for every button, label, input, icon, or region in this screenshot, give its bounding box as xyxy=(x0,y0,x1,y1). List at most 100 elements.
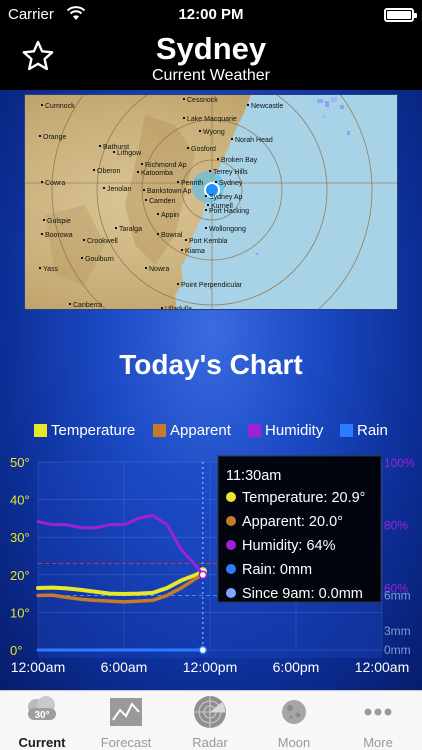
map-place-label: Newcastle xyxy=(251,103,283,110)
map-place-dot xyxy=(205,227,207,229)
x-tick-label: 6:00pm xyxy=(273,659,320,675)
map-place-dot xyxy=(81,257,83,259)
tab-label-more: More xyxy=(363,735,393,750)
tooltip-row: Humidity: 64% xyxy=(242,538,336,554)
map-place-dot xyxy=(207,204,209,206)
page-title: Sydney xyxy=(155,31,267,66)
main-content: Cumnock Cessnock Newcastle Orange Lake Macqu… xyxy=(0,90,422,690)
radar-map[interactable]: Cumnock Cessnock Newcastle Orange Lake Macqu… xyxy=(24,94,398,310)
map-place-label: Oberon xyxy=(97,168,120,175)
map-place-dot xyxy=(69,303,71,305)
tooltip-dot xyxy=(226,540,236,550)
tab-radar[interactable]: Radar xyxy=(168,691,252,750)
series-endpoint-humidity xyxy=(198,570,208,580)
map-place-label: Appin xyxy=(161,212,179,219)
map-place-dot xyxy=(215,181,217,183)
map-place-dot xyxy=(103,187,105,189)
legend-swatch-rain xyxy=(340,424,353,437)
map-place-label: Sydney Ap xyxy=(209,194,243,201)
legend-label-humidity: Humidity xyxy=(265,422,324,439)
weather-chart[interactable]: 0°10°20°30°40°50° 100%80%60%6mm3mm0mm 12… xyxy=(0,454,422,690)
map-place-label: Nowra xyxy=(149,266,169,273)
legend-label-temperature: Temperature xyxy=(51,422,136,439)
map-place-dot xyxy=(145,267,147,269)
map-place-dot xyxy=(157,233,159,235)
trend-chart-icon xyxy=(110,698,142,726)
legend-item-apparent[interactable]: Apparent xyxy=(153,422,231,439)
nav-bar: Sydney Current Weather xyxy=(0,30,422,90)
tab-label-moon: Moon xyxy=(277,735,311,750)
legend-swatch-humidity xyxy=(248,424,261,437)
tab-bar: 30° Current Forecast Radar Moon More xyxy=(0,690,422,750)
tooltip-row: Temperature: 20.9° xyxy=(242,490,365,506)
y-left-tick-label: 0° xyxy=(10,643,22,658)
svg-text:30°: 30° xyxy=(34,710,49,721)
page-subtitle: Current Weather xyxy=(152,67,270,84)
map-place-label: Terrey Hills xyxy=(213,169,248,176)
y-left-tick-label: 30° xyxy=(10,530,30,545)
more-dots-icon xyxy=(364,708,392,716)
map-place-label: Yass xyxy=(43,266,59,273)
map-place-label: Penrith xyxy=(181,180,203,187)
legend-item-temperature[interactable]: Temperature xyxy=(34,422,135,439)
map-place-dot xyxy=(39,267,41,269)
tab-forecast[interactable]: Forecast xyxy=(84,691,168,750)
tab-moon[interactable]: Moon xyxy=(252,691,336,750)
x-tick-label: 12:00pm xyxy=(183,659,237,675)
map-place-label: Wyong xyxy=(203,129,225,136)
y-right-humidity-tick: 100% xyxy=(384,456,415,470)
radar-icon xyxy=(194,696,226,728)
tab-label-current: Current xyxy=(18,735,66,750)
map-place-label: Kiama xyxy=(185,248,205,255)
map-place-label: Lithgow xyxy=(117,150,142,157)
map-place-dot xyxy=(43,219,45,221)
map-place-dot xyxy=(181,249,183,251)
map-place-label: Port Hacking xyxy=(209,208,249,215)
map-place-dot xyxy=(247,104,249,106)
y-left-tick-label: 50° xyxy=(10,455,30,470)
map-place-dot xyxy=(113,151,115,153)
map-place-dot xyxy=(183,117,185,119)
tooltip-time: 11:30am xyxy=(226,468,281,484)
moon-icon xyxy=(282,700,306,724)
legend-label-rain: Rain xyxy=(357,422,388,439)
radar-map-graphic: Cumnock Cessnock Newcastle Orange Lake Macqu… xyxy=(25,95,397,309)
battery-icon xyxy=(384,8,417,22)
map-place-label: Cowra xyxy=(45,180,65,187)
tooltip-row: Since 9am: 0.0mm xyxy=(242,586,363,602)
chart-title: Today's Chart xyxy=(119,349,303,380)
map-place-dot xyxy=(157,213,159,215)
tab-label-radar: Radar xyxy=(192,735,228,750)
legend-item-rain[interactable]: Rain xyxy=(340,422,388,439)
status-bar: Carrier 12:00 PM xyxy=(0,0,422,30)
chart-tooltip: 11:30am Temperature: 20.9° Apparent: 20.0°… xyxy=(217,455,382,603)
tab-current[interactable]: 30° Current xyxy=(0,691,84,750)
map-place-dot xyxy=(41,181,43,183)
legend-item-humidity[interactable]: Humidity xyxy=(248,422,323,439)
tooltip-row: Rain: 0mm xyxy=(242,562,312,578)
map-place-dot xyxy=(205,195,207,197)
map-place-label: Port Kembla xyxy=(189,238,228,245)
map-place-dot xyxy=(39,135,41,137)
map-place-label: Katoomba xyxy=(141,170,173,177)
map-place-label: Taralga xyxy=(119,226,142,233)
cloud-30-icon: 30° xyxy=(28,696,56,721)
map-place-label: Bowral xyxy=(161,232,183,239)
clock: 12:00 PM xyxy=(178,6,244,23)
y-right-rain-tick: 3mm xyxy=(384,624,411,638)
tooltip-dot xyxy=(226,588,236,598)
map-place-dot xyxy=(143,189,145,191)
map-place-dot xyxy=(177,283,179,285)
tab-more[interactable]: More xyxy=(336,691,420,750)
map-place-label: Boorowa xyxy=(45,232,73,239)
map-place-dot xyxy=(99,145,101,147)
map-place-label: Point Perpendicular xyxy=(181,282,243,289)
map-place-dot xyxy=(141,163,143,165)
map-place-dot xyxy=(177,181,179,183)
series-endpoint-rain xyxy=(198,645,208,655)
x-tick-label: 6:00am xyxy=(101,659,148,675)
map-place-dot xyxy=(41,233,43,235)
tooltip-dot xyxy=(226,516,236,526)
y-left-tick-label: 10° xyxy=(10,605,30,620)
y-left-tick-label: 40° xyxy=(10,493,30,508)
